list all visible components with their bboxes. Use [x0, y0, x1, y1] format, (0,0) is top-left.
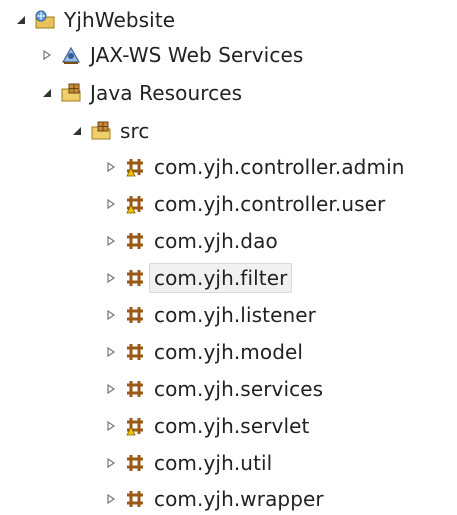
tree-node-label: com.yjh.wrapper — [154, 487, 324, 511]
collapsed-arrow-icon[interactable] — [104, 197, 118, 211]
web-project-icon — [34, 9, 56, 31]
tree-node-package[interactable]: com.yjh.servlet — [104, 409, 309, 443]
tree-node-project[interactable]: YjhWebsite — [14, 3, 175, 37]
tree-node-package[interactable]: com.yjh.util — [104, 446, 272, 480]
java-resources-icon — [60, 82, 82, 104]
tree-node-label: com.yjh.filter — [149, 263, 293, 293]
collapsed-arrow-icon[interactable] — [104, 308, 118, 322]
tree-node-java-resources[interactable]: Java Resources — [40, 76, 242, 110]
tree-node-label: src — [120, 119, 150, 143]
project-explorer-tree: YjhWebsite JAX-WS Web Services Java Reso… — [0, 0, 457, 515]
collapsed-arrow-icon[interactable] — [104, 456, 118, 470]
package-icon — [124, 267, 146, 289]
package-warning-icon — [124, 156, 146, 178]
expanded-arrow-icon[interactable] — [40, 86, 54, 100]
tree-node-label: com.yjh.services — [154, 377, 324, 401]
package-icon — [124, 341, 146, 363]
package-icon — [124, 452, 146, 474]
expanded-arrow-icon[interactable] — [70, 124, 84, 138]
tree-node-label: YjhWebsite — [64, 8, 176, 32]
collapsed-arrow-icon[interactable] — [104, 271, 118, 285]
tree-node-label: com.yjh.controller.admin — [154, 155, 405, 179]
expanded-arrow-icon[interactable] — [14, 13, 28, 27]
tree-node-package-selected[interactable]: com.yjh.filter — [104, 261, 293, 295]
tree-node-package[interactable]: com.yjh.listener — [104, 298, 316, 332]
tree-node-package[interactable]: com.yjh.wrapper — [104, 482, 324, 515]
source-folder-icon — [90, 120, 112, 142]
tree-node-label: com.yjh.listener — [154, 303, 316, 327]
tree-node-jaxws[interactable]: JAX-WS Web Services — [40, 38, 303, 72]
tree-node-label: com.yjh.controller.user — [154, 192, 386, 216]
tree-node-package[interactable]: com.yjh.controller.admin — [104, 150, 405, 184]
collapsed-arrow-icon[interactable] — [104, 419, 118, 433]
web-services-icon — [60, 44, 82, 66]
tree-node-src[interactable]: src — [70, 114, 150, 148]
tree-node-label: com.yjh.model — [154, 340, 304, 364]
tree-node-label: com.yjh.dao — [154, 229, 278, 253]
tree-node-label: com.yjh.servlet — [154, 414, 310, 438]
collapsed-arrow-icon[interactable] — [104, 492, 118, 506]
package-warning-icon — [124, 193, 146, 215]
package-icon — [124, 304, 146, 326]
package-warning-icon — [124, 415, 146, 437]
package-icon — [124, 230, 146, 252]
tree-node-label: com.yjh.util — [154, 451, 273, 475]
tree-node-package[interactable]: com.yjh.dao — [104, 224, 278, 258]
collapsed-arrow-icon[interactable] — [104, 160, 118, 174]
collapsed-arrow-icon[interactable] — [104, 382, 118, 396]
collapsed-arrow-icon[interactable] — [104, 345, 118, 359]
tree-node-package[interactable]: com.yjh.controller.user — [104, 187, 385, 221]
collapsed-arrow-icon[interactable] — [40, 48, 54, 62]
collapsed-arrow-icon[interactable] — [104, 234, 118, 248]
package-icon — [124, 378, 146, 400]
tree-node-package[interactable]: com.yjh.services — [104, 372, 323, 406]
tree-node-label: JAX-WS Web Services — [90, 43, 304, 67]
package-icon — [124, 488, 146, 510]
tree-node-package[interactable]: com.yjh.model — [104, 335, 303, 369]
tree-node-label: Java Resources — [90, 81, 243, 105]
